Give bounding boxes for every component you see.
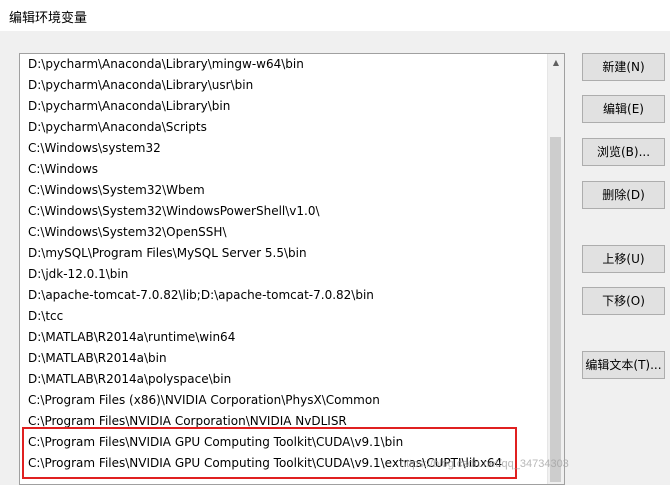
path-list-item[interactable]: C:\Windows — [20, 159, 550, 180]
path-list-item[interactable]: D:\pycharm\Anaconda\Scripts — [20, 117, 550, 138]
window-title: 编辑环境变量 — [9, 11, 88, 26]
path-list: D:\pycharm\Anaconda\Library\mingw-w64\bi… — [20, 54, 550, 474]
delete-button[interactable]: 删除(D) — [582, 181, 665, 209]
chevron-up-icon: ▲ — [552, 58, 560, 67]
watermark-text: https://blog.csdn.net/qq_34734303 — [400, 458, 569, 470]
path-list-item[interactable]: D:\apache-tomcat-7.0.82\lib;D:\apache-to… — [20, 285, 550, 306]
path-listbox[interactable]: D:\pycharm\Anaconda\Library\mingw-w64\bi… — [19, 53, 565, 485]
scroll-thumb[interactable] — [550, 137, 561, 482]
path-list-item[interactable]: D:\MATLAB\R2014a\polyspace\bin — [20, 369, 550, 390]
path-list-item[interactable]: C:\Program Files (x86)\NVIDIA Corporatio… — [20, 390, 550, 411]
path-list-item[interactable]: D:\jdk-12.0.1\bin — [20, 264, 550, 285]
new-button[interactable]: 新建(N) — [582, 53, 665, 81]
path-list-item[interactable]: D:\mySQL\Program Files\MySQL Server 5.5\… — [20, 243, 550, 264]
move-up-button[interactable]: 上移(U) — [582, 245, 665, 273]
path-list-item[interactable]: C:\Program Files\NVIDIA Corporation\NVID… — [20, 411, 550, 432]
path-list-item[interactable]: C:\Windows\System32\OpenSSH\ — [20, 222, 550, 243]
title-bar: 编辑环境变量 — [0, 0, 670, 31]
path-list-item[interactable]: D:\tcc — [20, 306, 550, 327]
path-list-item[interactable]: D:\MATLAB\R2014a\runtime\win64 — [20, 327, 550, 348]
edit-button[interactable]: 编辑(E) — [582, 95, 665, 123]
move-down-button[interactable]: 下移(O) — [582, 287, 665, 315]
vertical-scrollbar[interactable]: ▲ — [547, 54, 564, 484]
path-list-item[interactable]: D:\pycharm\Anaconda\Library\bin — [20, 96, 550, 117]
path-list-item[interactable]: C:\Windows\system32 — [20, 138, 550, 159]
path-list-item[interactable]: C:\Program Files\NVIDIA GPU Computing To… — [20, 432, 550, 453]
browse-button[interactable]: 浏览(B)... — [582, 138, 665, 166]
path-list-item[interactable]: D:\pycharm\Anaconda\Library\usr\bin — [20, 75, 550, 96]
path-list-item[interactable]: C:\Windows\System32\Wbem — [20, 180, 550, 201]
path-list-item[interactable]: D:\pycharm\Anaconda\Library\mingw-w64\bi… — [20, 54, 550, 75]
scroll-up-button[interactable]: ▲ — [548, 54, 564, 71]
path-list-item[interactable]: D:\MATLAB\R2014a\bin — [20, 348, 550, 369]
path-list-item[interactable]: C:\Windows\System32\WindowsPowerShell\v1… — [20, 201, 550, 222]
edit-text-button[interactable]: 编辑文本(T)... — [582, 351, 665, 379]
